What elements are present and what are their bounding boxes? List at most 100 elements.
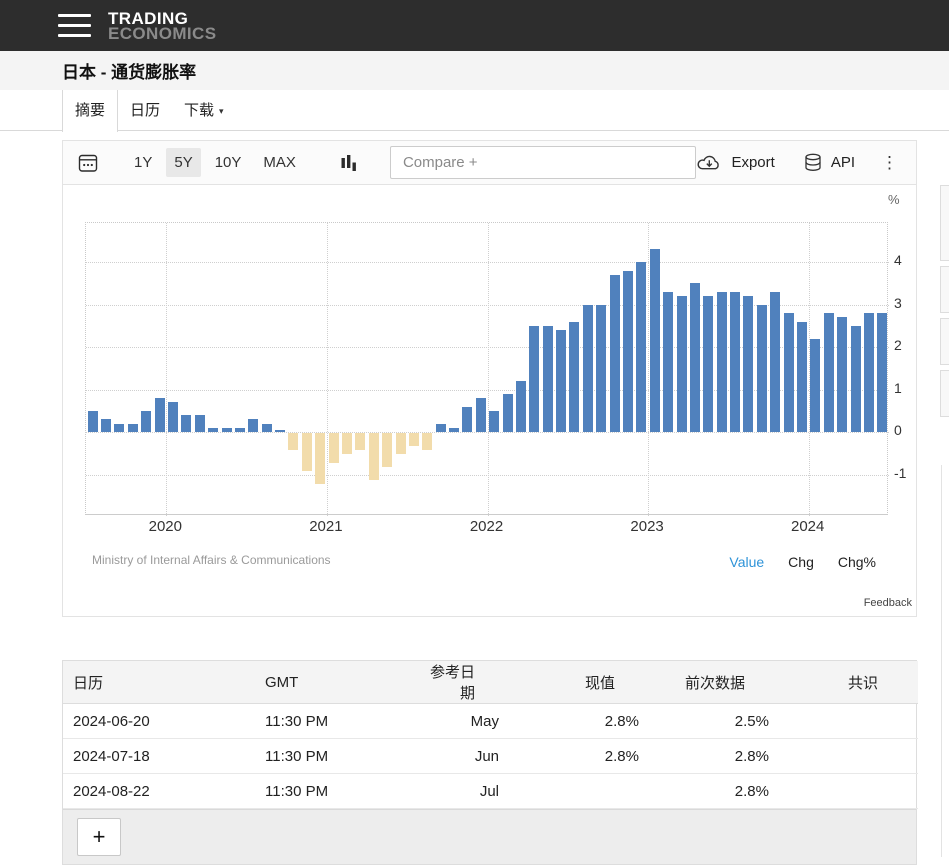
y-axis-unit: % <box>888 192 900 207</box>
bar-2020-10 <box>288 433 298 450</box>
bar-2021-04 <box>369 433 379 480</box>
gridline <box>327 223 328 516</box>
bar-2023-06 <box>717 292 727 432</box>
mode-chg[interactable]: Chg <box>788 554 814 570</box>
bar-2021-08 <box>422 433 432 450</box>
bar-2021-11 <box>462 407 472 433</box>
bar-2021-06 <box>396 433 406 454</box>
caret-down-icon: ▾ <box>219 106 224 116</box>
y-tick-label: 0 <box>894 422 920 438</box>
right-edge-panel[interactable] <box>940 185 949 261</box>
calendar-button[interactable] <box>75 150 101 176</box>
bar-2024-04 <box>851 326 861 432</box>
bar-2023-11 <box>784 313 794 432</box>
column-header-0: 日历 <box>63 661 255 704</box>
range-10y[interactable]: 10Y <box>207 148 250 177</box>
tab-日历[interactable]: 日历 <box>118 90 172 131</box>
column-header-5: 共识 <box>785 661 918 704</box>
bar-2024-01 <box>810 339 820 433</box>
export-label: Export <box>731 154 774 171</box>
x-tick-label: 2022 <box>470 518 503 535</box>
x-tick-label: 2021 <box>309 518 342 535</box>
column-header-3: 现值 <box>515 661 655 704</box>
bar-2022-01 <box>489 411 499 432</box>
chart-mode-toggle: Value Chg Chg% <box>729 554 876 570</box>
y-tick-label: 1 <box>894 380 920 396</box>
bar-2022-06 <box>556 330 566 432</box>
table-row[interactable]: 2024-08-2211:30 PMJul2.8% <box>63 774 918 809</box>
cloud-download-icon <box>696 154 723 172</box>
bar-2022-10 <box>610 275 620 432</box>
add-button[interactable]: + <box>77 818 121 856</box>
chart-card: 1Y5Y10YMAX Export <box>62 140 917 617</box>
y-tick-label: 3 <box>894 295 920 311</box>
bar-2020-04 <box>208 428 218 432</box>
y-tick-label: 2 <box>894 337 920 353</box>
hamburger-menu-icon[interactable] <box>58 14 92 38</box>
cell <box>785 704 918 739</box>
right-edge-panel[interactable] <box>940 318 949 365</box>
bar-2023-04 <box>690 283 700 432</box>
cell: May <box>420 704 515 739</box>
bar-2020-07 <box>248 419 258 432</box>
bar-2019-07 <box>88 411 98 432</box>
table-row[interactable]: 2024-06-2011:30 PMMay2.8%2.5% <box>63 704 918 739</box>
logo[interactable]: TRADING ECONOMICS <box>108 11 216 41</box>
bar-2022-11 <box>623 271 633 433</box>
range-max[interactable]: MAX <box>255 148 304 177</box>
compare-input[interactable] <box>390 146 696 179</box>
right-edge-panel[interactable] <box>940 370 949 417</box>
range-5y[interactable]: 5Y <box>166 148 200 177</box>
bar-2023-09 <box>757 305 767 433</box>
bar-2020-03 <box>195 415 205 432</box>
bar-2022-08 <box>583 305 593 433</box>
page-title: 日本 - 通货膨胀率 <box>62 58 196 83</box>
bar-2020-12 <box>315 433 325 484</box>
cell <box>785 739 918 774</box>
bar-2021-05 <box>382 433 392 467</box>
feedback-link[interactable]: Feedback <box>864 597 912 609</box>
bar-2021-10 <box>449 428 459 432</box>
bar-2022-09 <box>596 305 606 433</box>
cell: 2.5% <box>655 704 785 739</box>
range-selector: 1Y5Y10YMAX <box>123 148 307 177</box>
cell <box>515 774 655 809</box>
cell: 2.8% <box>655 774 785 809</box>
y-tick-label: -1 <box>894 465 920 481</box>
x-tick-label: 2020 <box>149 518 182 535</box>
cell: Jul <box>420 774 515 809</box>
bar-2020-06 <box>235 428 245 432</box>
bar-2022-05 <box>543 326 553 432</box>
bar-2024-02 <box>824 313 834 432</box>
logo-economics: ECONOMICS <box>108 26 216 41</box>
tab-下载[interactable]: 下载▾ <box>172 90 236 131</box>
bar-2021-01 <box>329 433 339 463</box>
range-1y[interactable]: 1Y <box>126 148 160 177</box>
chart: 43210-1 % 20202021202220232024 Ministry … <box>63 185 916 616</box>
title-bar: 日本 - 通货膨胀率 <box>0 51 949 90</box>
tab-摘要[interactable]: 摘要 <box>62 90 118 132</box>
cell: 2024-08-22 <box>63 774 255 809</box>
cell: 2024-06-20 <box>63 704 255 739</box>
mode-value[interactable]: Value <box>729 554 764 570</box>
bar-2023-12 <box>797 322 807 433</box>
cell: 2.8% <box>515 739 655 774</box>
bar-2023-10 <box>770 292 780 432</box>
cell: 11:30 PM <box>255 704 420 739</box>
api-label: API <box>831 154 855 171</box>
mode-chg%[interactable]: Chg% <box>838 554 876 570</box>
bar-2021-02 <box>342 433 352 454</box>
source-label: Ministry of Internal Affairs & Communica… <box>92 553 331 567</box>
bar-2024-05 <box>864 313 874 432</box>
column-chart-icon <box>341 153 358 172</box>
more-options-button[interactable]: ⋮ <box>881 153 898 173</box>
chart-type-button[interactable] <box>339 151 360 174</box>
bar-2023-03 <box>677 296 687 432</box>
tab-bar: 摘要日历下载▾ <box>0 90 949 131</box>
x-tick-label: 2024 <box>791 518 824 535</box>
api-button[interactable]: API <box>803 153 855 172</box>
table-row[interactable]: 2024-07-1811:30 PMJun2.8%2.8% <box>63 739 918 774</box>
right-edge-panel[interactable] <box>940 266 949 313</box>
bar-2019-12 <box>155 398 165 432</box>
export-button[interactable]: Export <box>696 154 774 172</box>
